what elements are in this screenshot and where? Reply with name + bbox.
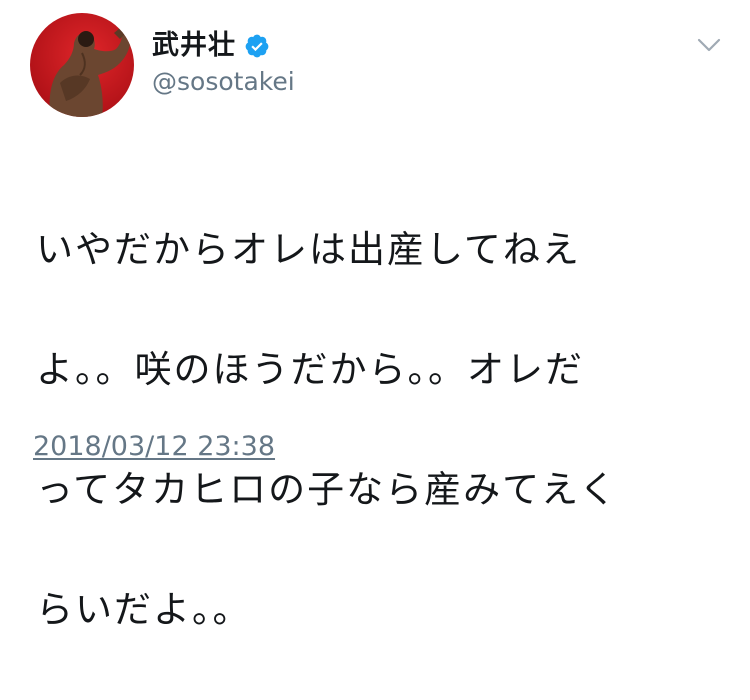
tweet-line: らいだよ。。 bbox=[36, 588, 252, 631]
tweet-line: いやだからオレは出産してねえ bbox=[36, 228, 581, 271]
tweet-timestamp[interactable]: 2018/03/12 23:38 bbox=[33, 430, 275, 464]
tweet-line: よ。。咲のほうだから。。オレだ bbox=[36, 348, 584, 391]
display-name-row: 武井壮 bbox=[152, 28, 270, 64]
chevron-down-icon[interactable] bbox=[694, 30, 724, 60]
verified-badge-icon bbox=[244, 33, 270, 59]
avatar[interactable] bbox=[30, 13, 134, 117]
user-handle[interactable]: @sosotakei bbox=[152, 66, 295, 98]
display-name[interactable]: 武井壮 bbox=[152, 28, 236, 64]
avatar-image bbox=[30, 13, 134, 117]
tweet-line: ってタカヒロの子なら産みてえく bbox=[36, 468, 619, 511]
